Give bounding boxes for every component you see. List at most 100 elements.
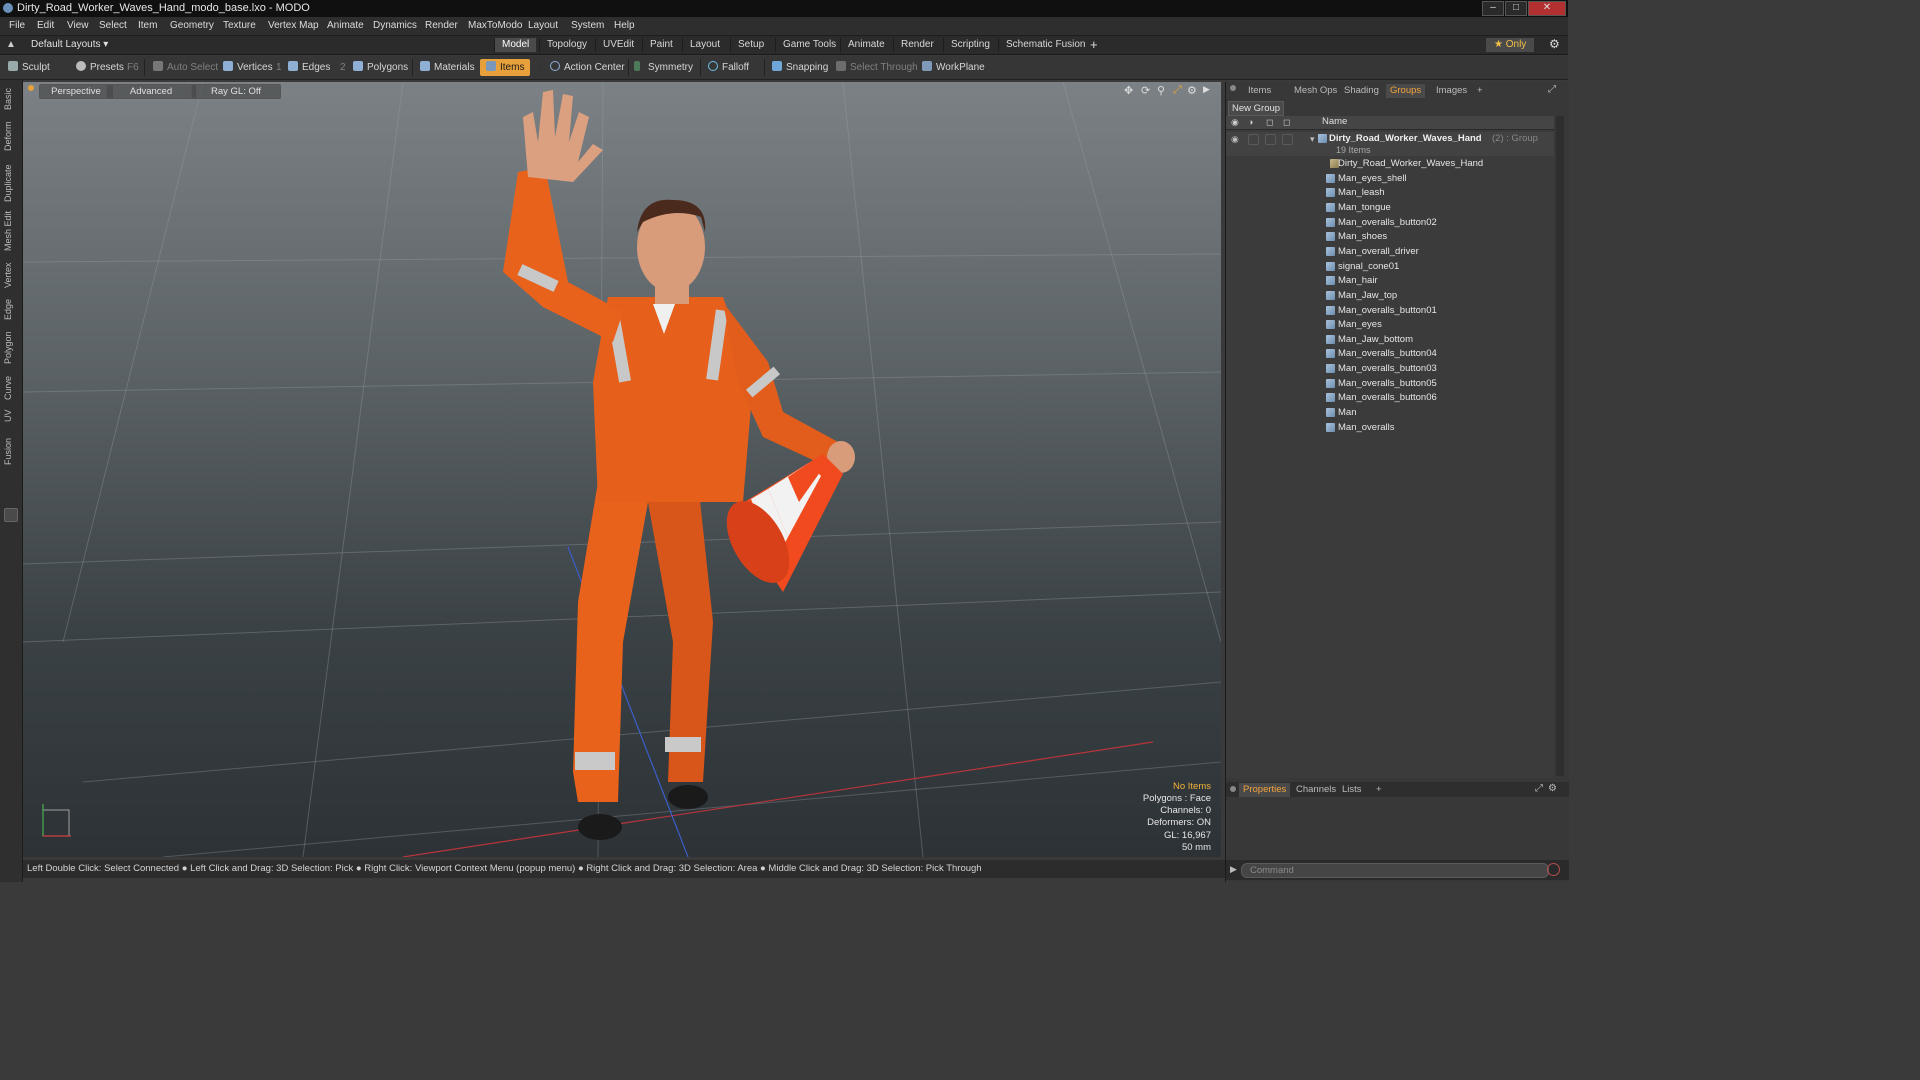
tree-scrollbar[interactable] [1556,116,1564,776]
workplane-button[interactable]: WorkPlane [922,59,985,76]
properties-gear-icon[interactable]: ⚙ [1548,783,1557,794]
tab-lists[interactable]: Lists [1342,783,1362,797]
tree-item-row[interactable]: Man_eyes_shell [1226,172,1554,186]
tab-game-tools[interactable]: Game Tools [775,38,843,52]
tree-item-row[interactable]: Man_overalls_button01 [1226,304,1554,318]
road-worker-model[interactable] [503,90,855,840]
command-input[interactable]: Command [1241,863,1549,878]
tab-paint[interactable]: Paint [642,38,680,52]
tab-curve[interactable]: Curve [3,374,17,402]
panel-dot-icon[interactable] [1230,85,1236,91]
menu-dynamics[interactable]: Dynamics [373,20,417,31]
rotate-view-icon[interactable]: ⟳ [1141,84,1150,97]
tab-images[interactable]: Images [1436,84,1467,98]
tab-items[interactable]: Items [1248,84,1271,98]
lock-toggle[interactable] [1265,134,1276,145]
menu-select[interactable]: Select [99,20,127,31]
polygons-button[interactable]: Polygons [353,59,408,76]
tree-item-row[interactable]: Man_Jaw_bottom [1226,333,1554,347]
select-column-icon[interactable]: ◻ [1283,117,1290,128]
raygl-button[interactable]: Ray GL: Off [191,84,281,99]
menu-vertex-map[interactable]: Vertex Map [268,20,319,31]
viewport-gear-icon[interactable]: ⚙ [1187,84,1197,97]
tree-item-row[interactable]: Man_hair [1226,274,1554,288]
items-button[interactable]: Items [480,59,531,76]
command-arrow-icon[interactable]: ▶ [1230,864,1237,875]
3d-viewport[interactable]: No Items Polygons : Face Channels: 0 Def… [23,82,1221,857]
tab-mesh-ops[interactable]: Mesh Ops [1294,84,1337,98]
edges-button[interactable]: Edges [288,59,330,76]
action-center-button[interactable]: Action Center [550,59,625,76]
viewport-dot-icon[interactable] [28,85,34,91]
tab-model[interactable]: Model [494,38,537,52]
group-row[interactable]: ◉ ▾ Dirty_Road_Worker_Waves_Hand (2) : G… [1226,132,1554,156]
maximize-button[interactable]: □ [1505,1,1527,16]
tab-deform[interactable]: Deform [3,118,17,154]
tab-channels[interactable]: Channels [1296,783,1336,797]
menu-edit[interactable]: Edit [37,20,54,31]
vertices-button[interactable]: Vertices [223,59,273,76]
tab-mesh-edit[interactable]: Mesh Edit [3,210,17,252]
tab-duplicate[interactable]: Duplicate [3,162,17,204]
tab-groups[interactable]: Groups [1386,84,1426,98]
menu-texture[interactable]: Texture [223,20,256,31]
minimize-button[interactable]: – [1482,1,1504,16]
tree-item-row[interactable]: Man_tongue [1226,201,1554,215]
tab-polygon[interactable]: Polygon [3,330,17,366]
tree-item-row[interactable]: Man_Jaw_top [1226,289,1554,303]
menu-file[interactable]: File [9,20,25,31]
expand-panel-icon[interactable]: ⤢ [1548,84,1556,95]
tab-edge[interactable]: Edge [3,296,17,322]
close-button[interactable]: ✕ [1528,1,1566,16]
snapping-button[interactable]: Snapping [772,59,828,76]
only-toggle[interactable]: ★ Only [1486,38,1535,52]
tree-item-row[interactable]: Man [1226,406,1554,420]
tab-schematic-fusion[interactable]: Schematic Fusion [998,38,1092,52]
menu-animate[interactable]: Animate [327,20,364,31]
render-toggle[interactable] [1248,134,1259,145]
tab-render[interactable]: Render [893,38,941,52]
tree-item-row[interactable]: Man_overall_driver [1226,245,1554,259]
tree-item-row[interactable]: Man_overalls_button06 [1226,391,1554,405]
properties-dot-icon[interactable] [1230,786,1236,792]
tree-item-row[interactable]: Man_overalls [1226,421,1554,435]
tree-item-row[interactable]: Man_eyes [1226,318,1554,332]
tab-basic[interactable]: Basic [3,86,17,112]
tree-item-row[interactable]: Man_overalls_button03 [1226,362,1554,376]
add-properties-tab-icon[interactable]: + [1376,783,1382,797]
tab-setup[interactable]: Setup [730,38,771,52]
menu-item[interactable]: Item [138,20,157,31]
gear-icon[interactable]: ⚙ [1549,37,1560,51]
tab-shading[interactable]: Shading [1344,84,1379,98]
shading-mode-button[interactable]: Advanced [106,84,196,99]
expand-properties-icon[interactable]: ⤢ [1535,783,1543,794]
add-tab-icon[interactable]: + [1090,37,1098,52]
menu-render[interactable]: Render [425,20,458,31]
menu-layout[interactable]: Layout [528,20,558,31]
tab-layout[interactable]: Layout [682,38,727,52]
visibility-column-icon[interactable]: ◉ [1231,117,1239,128]
materials-button[interactable]: Materials [420,59,475,76]
render-column-icon[interactable]: ◑ [1248,117,1253,127]
auto-select-button[interactable]: Auto Select [153,59,218,76]
tab-uv[interactable]: UV [3,408,17,424]
tree-item-row[interactable]: Man_shoes [1226,230,1554,244]
tree-item-row[interactable]: Man_overalls_button04 [1226,347,1554,361]
tree-item-row[interactable]: signal_cone01 [1226,260,1554,274]
tab-vertex[interactable]: Vertex [3,260,17,290]
expand-toolbox-button[interactable] [4,508,18,522]
viewport-more-icon[interactable]: ▶ [1203,84,1210,95]
tree-item-row[interactable]: Man_leash [1226,186,1554,200]
add-panel-tab-icon[interactable]: + [1477,84,1483,98]
tab-topology[interactable]: Topology [539,38,594,52]
sculpt-button[interactable]: Sculpt [8,59,50,76]
menu-system[interactable]: System [571,20,604,31]
new-group-button[interactable]: New Group [1228,101,1285,116]
select-through-button[interactable]: Select Through [836,59,918,76]
falloff-button[interactable]: Falloff [708,59,749,76]
layout-pin-icon[interactable]: ▲ [6,39,16,50]
tab-uvedit[interactable]: UVEdit [595,38,641,52]
name-column-header[interactable]: Name [1322,116,1347,127]
tab-properties[interactable]: Properties [1239,783,1291,797]
tab-scripting[interactable]: Scripting [943,38,997,52]
